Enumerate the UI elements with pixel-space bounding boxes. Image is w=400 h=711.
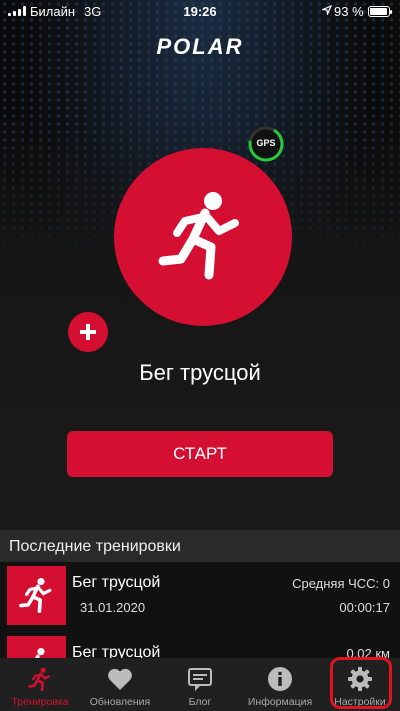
tab-blog[interactable]: Блог	[160, 658, 240, 711]
list-item[interactable]: Бег трусцой 31.01.2020 Средняя ЧСС: 0 00…	[0, 562, 400, 628]
selected-sport-name: Бег трусцой	[139, 360, 261, 385]
sport-profile-button[interactable]	[114, 148, 292, 326]
training-name: Бег трусцой	[72, 644, 161, 658]
training-name: Бег трусцой	[72, 574, 161, 591]
tab-label: Обновления	[89, 696, 151, 708]
tab-settings[interactable]: Настройки	[320, 658, 400, 711]
battery-icon	[368, 6, 392, 17]
training-thumbnail	[7, 566, 66, 625]
status-bar: Билайн 3G 19:26 93 %	[0, 0, 400, 22]
tab-bar: Тренировка Обновления Блог Информация На…	[0, 658, 400, 711]
running-person-icon	[34, 647, 45, 658]
training-metric: 0,02 км	[346, 646, 390, 658]
running-person-icon	[18, 577, 51, 613]
info-icon	[266, 665, 294, 693]
tab-label: Блог	[188, 696, 212, 708]
plus-icon	[80, 324, 96, 340]
training-thumbnail	[7, 636, 66, 658]
chat-icon	[186, 665, 214, 693]
battery-percent: 93 %	[334, 4, 364, 19]
tab-label: Информация	[247, 696, 313, 708]
tab-label: Настройки	[334, 696, 386, 708]
running-icon	[26, 665, 54, 693]
list-item[interactable]: Бег трусцой 0,02 км	[0, 632, 400, 658]
location-arrow-icon	[320, 4, 333, 18]
gear-icon	[346, 665, 374, 693]
polar-logo: POLAR	[156, 34, 244, 59]
tab-updates[interactable]: Обновления	[80, 658, 160, 711]
training-date: 31.01.2020	[80, 600, 146, 615]
tab-info[interactable]: Информация	[240, 658, 320, 711]
gps-label: GPS	[256, 138, 276, 148]
start-button[interactable]: СТАРТ	[67, 431, 333, 477]
tab-training[interactable]: Тренировка	[0, 658, 80, 711]
recent-trainings-header: Последние тренировки	[0, 530, 400, 562]
training-duration: 00:00:17	[339, 600, 390, 615]
tab-label: Тренировка	[11, 696, 69, 708]
running-person-icon	[158, 192, 239, 280]
add-sport-button[interactable]	[68, 312, 108, 352]
training-metric: Средняя ЧСС: 0	[292, 576, 390, 591]
polar-flow-screen: Билайн 3G 19:26 93 % POLAR GPS Бег трусц…	[0, 0, 400, 711]
heart-icon	[106, 665, 134, 693]
recent-trainings-list: Бег трусцой 31.01.2020 Средняя ЧСС: 0 00…	[0, 562, 400, 658]
